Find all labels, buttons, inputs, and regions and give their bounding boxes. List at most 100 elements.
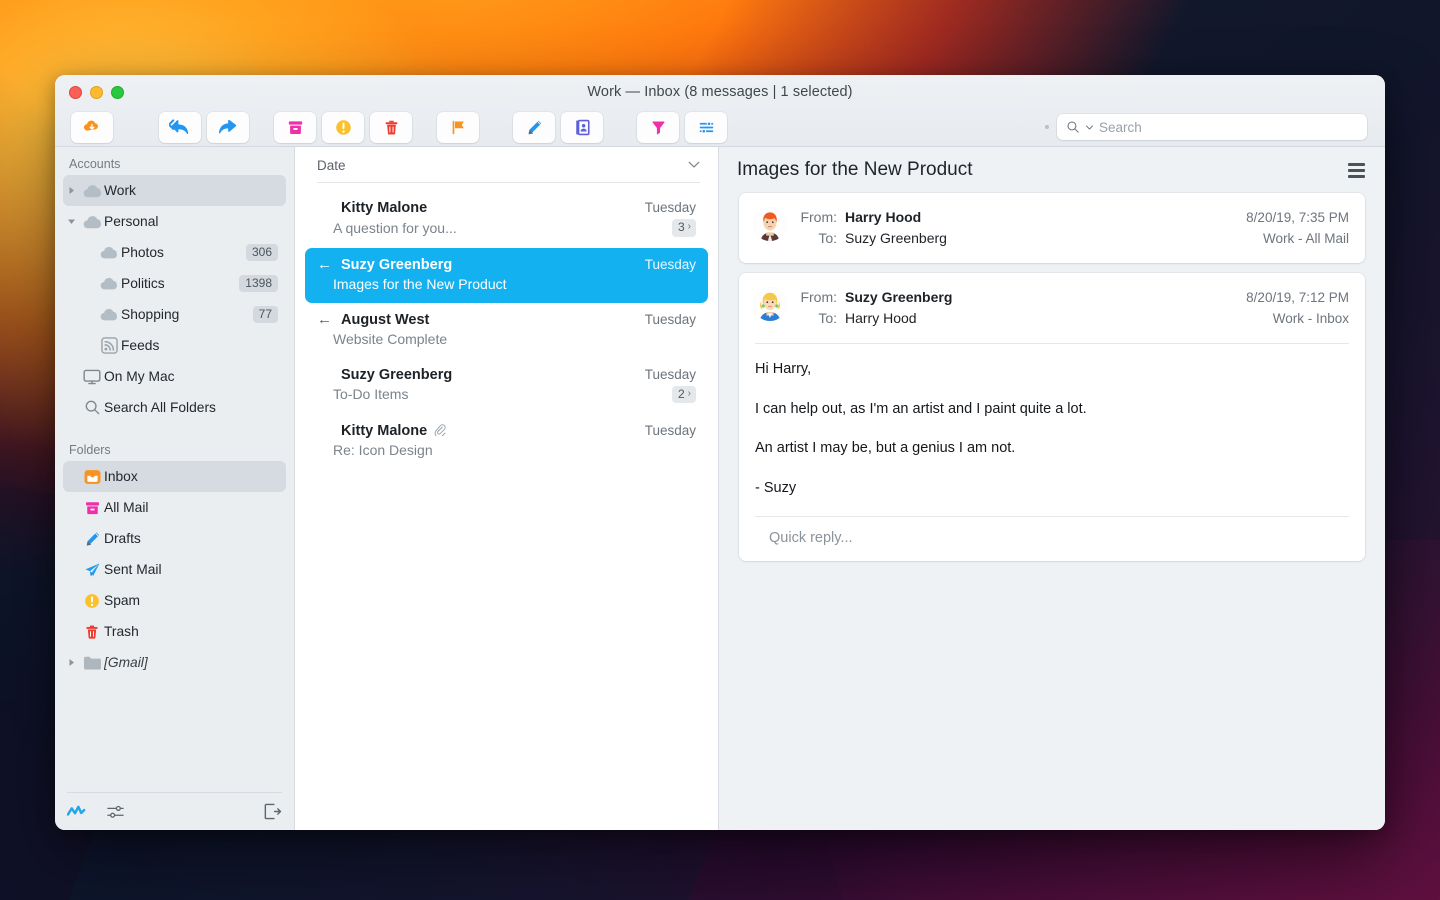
message-card[interactable]: From: Harry Hood To: Suzy Greenberg 8/20… [739,193,1365,263]
sidebar-item-label: Photos [121,245,246,260]
chevron-down-icon[interactable] [688,161,700,169]
cloud-download-icon [82,117,102,137]
sidebar-item-label: Shopping [121,307,253,322]
sidebar-item-trash[interactable]: Trash [63,616,286,647]
forward-arrow-icon [218,117,239,137]
compose-button[interactable] [513,112,555,143]
inbox-tray-icon [80,468,104,486]
message-body-paragraph: I can help out, as I'm an artist and I p… [755,400,1349,420]
pencil-compose-icon [80,530,104,548]
to-row: To: Harry Hood [799,308,1234,329]
sidebar-scroll[interactable]: Accounts Work [55,151,294,792]
chevron-right-icon: › [688,388,691,401]
thread-count-badge[interactable]: 3 › [672,219,696,237]
search-icon [80,399,104,416]
to-value: Suzy Greenberg [845,228,947,249]
sliders-icon [697,118,716,137]
chevron-right-icon[interactable] [63,658,80,667]
from-label: From: [799,287,837,308]
sidebar-item-spam[interactable]: Spam [63,585,286,616]
message-sender: Suzy Greenberg [341,367,637,383]
sidebar-item-gmail[interactable]: [Gmail] [63,647,286,678]
sidebar-footer [67,792,282,830]
sidebar-item-label: Spam [104,593,278,608]
message-list-sortbar[interactable]: Date [295,147,718,183]
get-mail-button[interactable] [71,112,113,143]
monitor-icon [80,369,104,385]
sidebar-item-personal[interactable]: Personal [63,206,286,237]
main-toolbar: Search [55,108,1385,146]
forward-button[interactable] [207,112,249,143]
sliders-icon[interactable] [106,804,125,820]
sort-label: Date [317,158,346,173]
avatar [753,207,787,241]
mail-app-window: Work — Inbox (8 messages | 1 selected) [55,75,1385,830]
message-row[interactable]: ← Kitty Malone Tuesday [305,414,708,469]
search-area: Search [1045,114,1367,140]
sidebar-item-shopping[interactable]: Shopping 77 [63,299,286,330]
sidebar-item-inbox[interactable]: Inbox [63,461,286,492]
message-card[interactable]: From: Suzy Greenberg To: Harry Hood 8/20… [739,273,1365,561]
contacts-button[interactable] [561,112,603,143]
from-value: Suzy Greenberg [845,287,952,308]
accounts-section-header: Accounts [63,151,286,175]
flag-button[interactable] [437,112,479,143]
unread-badge: 77 [253,306,278,323]
activity-icon[interactable] [67,805,86,819]
to-label: To: [799,308,837,329]
flag-icon [449,118,468,137]
sidebar-item-photos[interactable]: Photos 306 [63,237,286,268]
sidebar-item-politics[interactable]: Politics 1398 [63,268,286,299]
message-row[interactable]: ← Suzy Greenberg Tuesday To-Do Items 2 › [305,358,708,415]
message-date: Tuesday [645,367,696,382]
message-subject: Website Complete [333,331,696,347]
archive-button[interactable] [274,112,316,143]
message-header: From: Suzy Greenberg To: Harry Hood 8/20… [739,273,1365,343]
from-value: Harry Hood [845,207,921,228]
message-body-paragraph: An artist I may be, but a genius I am no… [755,439,1349,459]
message-row[interactable]: ← Suzy Greenberg Tuesday Images for the … [305,248,708,303]
chevron-down-icon[interactable] [1085,123,1094,132]
sidebar-item-label: Search All Folders [104,400,278,415]
hamburger-menu-icon[interactable] [1348,163,1365,178]
reply-all-button[interactable] [159,112,201,143]
sidebar-item-feeds[interactable]: Feeds [63,330,286,361]
message-sender-text: Kitty Malone [341,423,427,439]
search-status-dot [1045,125,1049,129]
to-label: To: [799,228,837,249]
avatar-suzy-greenberg [753,287,787,321]
sidebar: Accounts Work [55,147,295,830]
search-input[interactable]: Search [1057,114,1367,140]
sign-out-icon[interactable] [264,803,282,820]
sidebar-item-label: Feeds [121,338,278,353]
sidebar-item-label: Trash [104,624,278,639]
message-rows: ← Kitty Malone Tuesday A question for yo… [295,183,718,830]
message-body-paragraph: - Suzy [755,479,1349,499]
chevron-right-icon[interactable] [63,186,80,195]
message-mailbox: Work - All Mail [1246,228,1349,249]
message-meta: 8/20/19, 7:35 PM Work - All Mail [1246,207,1349,249]
reading-pane: Images for the New Product [719,147,1385,830]
sidebar-item-all-mail[interactable]: All Mail [63,492,286,523]
sidebar-item-on-my-mac[interactable]: On My Mac [63,361,286,392]
chevron-down-icon[interactable] [63,218,80,226]
message-address-fields: From: Suzy Greenberg To: Harry Hood [799,287,1234,329]
sidebar-item-work[interactable]: Work [63,175,286,206]
thread-count-badge[interactable]: 2 › [672,386,696,404]
message-body-paragraph: Hi Harry, [755,360,1349,380]
mark-spam-button[interactable] [322,112,364,143]
sidebar-item-search-all-folders[interactable]: Search All Folders [63,392,286,423]
reading-pane-header: Images for the New Product [719,147,1385,193]
sidebar-item-drafts[interactable]: Drafts [63,523,286,554]
quick-reply-input[interactable]: Quick reply... [755,516,1349,561]
avatar-harry-hood [753,207,787,241]
sidebar-item-sent-mail[interactable]: Sent Mail [63,554,286,585]
from-row: From: Suzy Greenberg [799,287,1234,308]
message-row[interactable]: ← Kitty Malone Tuesday A question for yo… [305,191,708,248]
sidebar-item-label: Inbox [104,469,278,484]
rss-icon [97,337,121,354]
message-row[interactable]: ← August West Tuesday Website Complete [305,303,708,358]
delete-button[interactable] [370,112,412,143]
sort-settings-button[interactable] [685,112,727,143]
filter-button[interactable] [637,112,679,143]
